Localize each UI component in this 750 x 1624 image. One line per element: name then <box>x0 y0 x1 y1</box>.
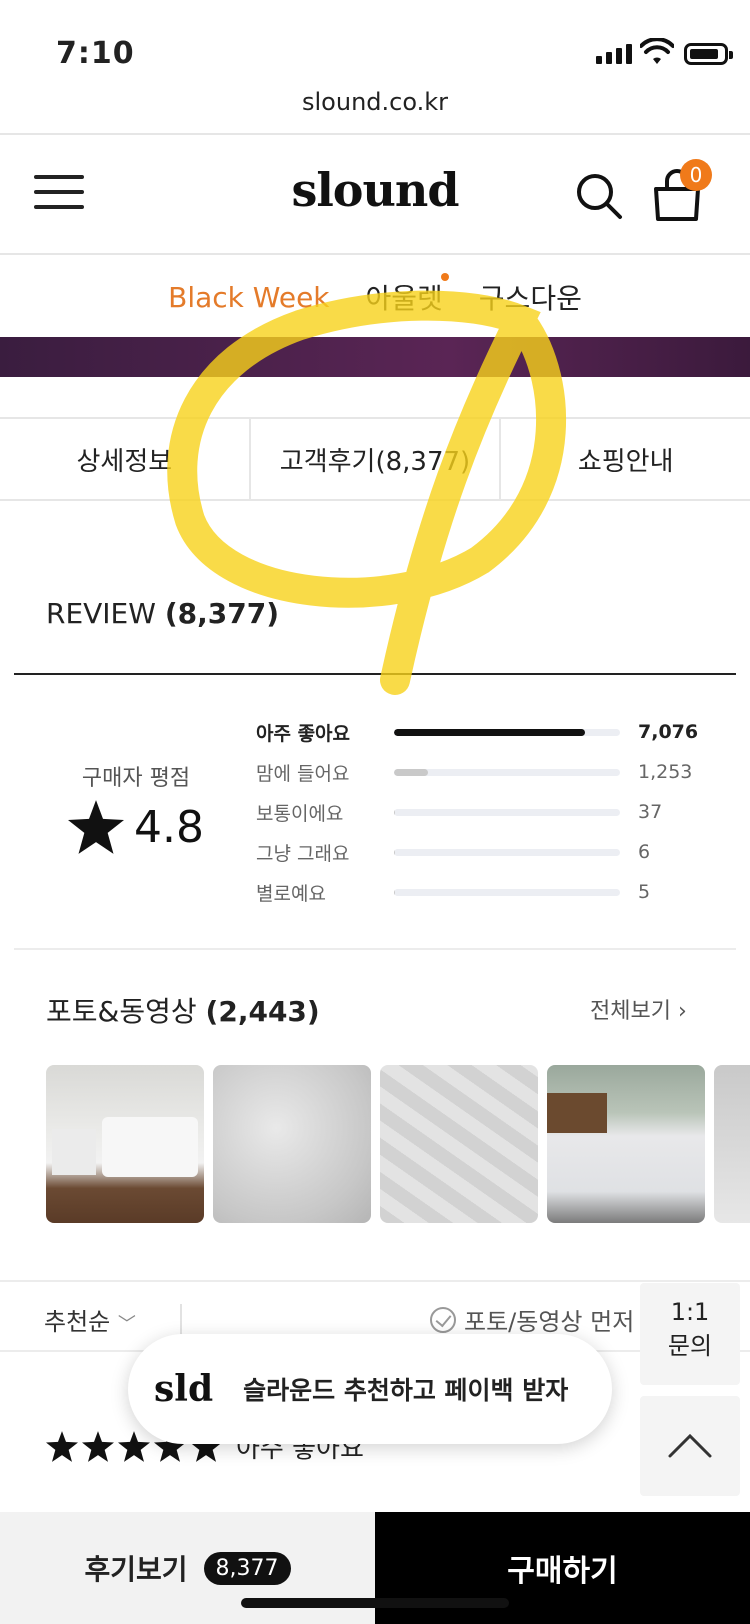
chevron-up-icon <box>668 1433 712 1458</box>
rating-row: 그냥 그래요 6 <box>256 832 716 872</box>
detail-tabs: 상세정보 고객후기(8,377) 쇼핑안내 <box>0 417 750 501</box>
star-icon <box>46 1431 78 1462</box>
rating-row-count: 37 <box>638 801 663 823</box>
sort-dropdown[interactable]: 추천순 ﹀ <box>44 1302 136 1337</box>
photo-strip <box>46 1065 750 1225</box>
rating-bar <box>394 888 620 896</box>
rating-value: 4.8 <box>134 801 204 853</box>
rating-bar-fill <box>394 728 585 736</box>
popup-text: 슬라운드 추천하고 페이백 받자 <box>243 1376 569 1405</box>
review-photo[interactable] <box>714 1065 750 1223</box>
inquiry-label: 1:1 <box>670 1298 710 1326</box>
tab-details[interactable]: 상세정보 <box>0 419 251 499</box>
wifi-icon <box>640 38 674 64</box>
review-count: (8,377) <box>164 597 280 630</box>
inquiry-button[interactable]: 1:1 문의 <box>640 1283 740 1385</box>
rating-bar <box>394 848 620 856</box>
category-nav: Black Week 아울렛 구스다운 <box>0 257 750 337</box>
rating-row-count: 6 <box>638 841 651 863</box>
rating-bar <box>394 728 620 736</box>
view-all-link[interactable]: 전체보기 › <box>590 993 687 1025</box>
rating-row: 아주 좋아요 7,076 <box>256 712 716 752</box>
review-heading: REVIEW (8,377) <box>46 597 279 630</box>
review-count-badge: 8,377 <box>203 1551 291 1585</box>
photo-section-title: 포토&동영상 (2,443) <box>46 990 320 1030</box>
chevron-down-icon: ﹀ <box>117 1314 136 1335</box>
review-photo[interactable] <box>547 1065 705 1223</box>
review-photo[interactable] <box>46 1065 204 1223</box>
review-photo[interactable] <box>213 1065 371 1223</box>
cellular-signal-icon <box>596 44 632 64</box>
divider <box>14 948 736 950</box>
chevron-right-icon: › <box>677 999 687 1024</box>
nav-item-black-week[interactable]: Black Week <box>168 281 329 314</box>
rating-row-label: 그냥 그래요 <box>256 842 350 865</box>
divider <box>180 1304 182 1334</box>
rating-row-count: 5 <box>638 881 651 903</box>
nav-item-label: 아울렛 <box>365 282 443 315</box>
divider <box>14 673 736 675</box>
new-dot-icon <box>440 273 449 281</box>
tab-shopping-info[interactable]: 쇼핑안내 <box>501 419 750 499</box>
nav-item-outlet[interactable]: 아울렛 <box>365 273 449 317</box>
status-bar: 7:10 <box>0 0 750 80</box>
rating-summary: 구매자 평점 4.8 <box>66 760 206 854</box>
home-indicator <box>241 1598 509 1608</box>
site-logo[interactable]: slound <box>0 163 750 217</box>
cart-count-badge: 0 <box>680 159 712 191</box>
rating-row: 보통이에요 37 <box>256 792 716 832</box>
rating-row: 별로예요 5 <box>256 872 716 912</box>
inquiry-sub-label: 문의 <box>667 1332 713 1360</box>
rating-bar <box>394 808 620 816</box>
rating-row-count: 7,076 <box>638 721 699 743</box>
check-circle-icon <box>430 1306 456 1333</box>
battery-icon <box>684 43 733 65</box>
tab-reviews[interactable]: 고객후기(8,377) <box>251 419 502 499</box>
rating-row-label: 별로예요 <box>256 882 326 905</box>
rating-row-label: 보통이에요 <box>256 802 344 825</box>
rating-bar-fill <box>394 848 396 856</box>
scroll-top-button[interactable] <box>640 1396 740 1496</box>
promo-banner[interactable] <box>0 337 750 377</box>
photo-section-label: 포토&동영상 <box>46 995 197 1028</box>
review-photo[interactable] <box>380 1065 538 1223</box>
rating-bar-fill <box>394 768 428 776</box>
payback-popup[interactable]: sld 슬라운드 추천하고 페이백 받자 <box>128 1334 612 1444</box>
rating-row: 맘에 들어요 1,253 <box>256 752 716 792</box>
rating-bar-fill <box>394 888 396 896</box>
rating-bar <box>394 768 620 776</box>
photo-count: (2,443) <box>205 995 320 1028</box>
rating-row-label: 맘에 들어요 <box>256 762 350 785</box>
search-icon[interactable] <box>574 171 624 221</box>
rating-bar-fill <box>394 808 396 816</box>
star-icon <box>68 800 124 854</box>
site-header: slound 0 <box>0 135 750 255</box>
view-reviews-label: 후기보기 <box>84 1553 188 1586</box>
review-title: REVIEW <box>46 597 156 630</box>
star-icon <box>118 1431 150 1462</box>
star-icon <box>82 1431 114 1462</box>
rating-label: 구매자 평점 <box>81 766 191 791</box>
status-time: 7:10 <box>56 36 135 71</box>
address-bar[interactable]: slound.co.kr <box>0 88 750 116</box>
sort-label: 추천순 <box>44 1308 111 1336</box>
rating-row-label: 아주 좋아요 <box>256 722 351 745</box>
view-all-label: 전체보기 <box>590 999 671 1024</box>
rating-breakdown: 아주 좋아요 7,076 맘에 들어요 1,253 보통이에요 37 그냥 그래… <box>256 712 716 912</box>
rating-row-count: 1,253 <box>638 761 693 783</box>
popup-logo: sld <box>154 1368 214 1410</box>
nav-item-goose-down[interactable]: 구스다운 <box>479 277 582 317</box>
